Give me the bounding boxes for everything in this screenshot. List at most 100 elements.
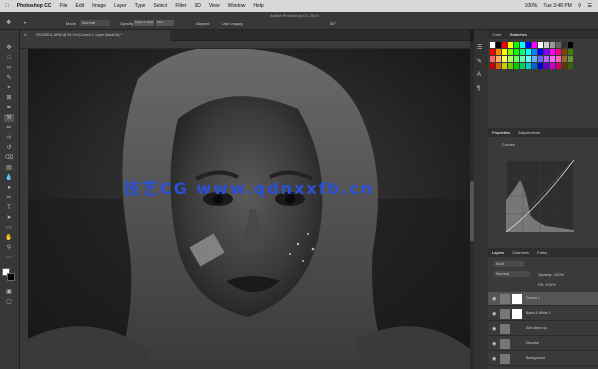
refresh-button[interactable]: Flow xyxy=(156,20,174,26)
angle-value[interactable]: 30° xyxy=(330,21,336,26)
erase-button[interactable]: Erase to History xyxy=(134,20,154,26)
menu-list-icon[interactable]: ☰ xyxy=(588,3,592,9)
menu-view[interactable]: View xyxy=(209,3,220,9)
swatch[interactable] xyxy=(496,49,501,55)
visibility-eye-icon[interactable]: ◉ xyxy=(492,296,496,302)
history-panel-icon[interactable]: ☰ xyxy=(477,44,482,51)
swatch[interactable] xyxy=(490,56,495,62)
tab-properties[interactable]: Properties xyxy=(488,130,514,135)
layer-mask-thumbnail[interactable] xyxy=(512,309,522,319)
layer-opacity[interactable]: Opacity: 100% xyxy=(538,272,564,277)
tab-paths[interactable]: Paths xyxy=(533,250,551,255)
apple-icon[interactable]:  xyxy=(5,3,9,9)
swatch[interactable] xyxy=(490,63,495,69)
curves-graph[interactable] xyxy=(506,160,574,232)
swatch[interactable] xyxy=(502,49,507,55)
close-icon[interactable]: ✕ xyxy=(24,30,27,41)
menu-select[interactable]: Select xyxy=(153,3,167,9)
swatch[interactable] xyxy=(502,56,507,62)
swatch[interactable] xyxy=(508,63,513,69)
layer-fill[interactable]: Fill: 100% xyxy=(538,282,556,287)
more-tools-icon[interactable]: ⋯ xyxy=(4,254,14,262)
blur-tool-icon[interactable]: 💧 xyxy=(4,174,14,182)
menu-filter[interactable]: Filter xyxy=(175,3,186,9)
swatch[interactable] xyxy=(556,42,561,48)
layer-row[interactable]: ◉ Black & White 1 xyxy=(488,307,598,321)
swatch[interactable] xyxy=(514,63,519,69)
blend-mode-select[interactable]: Normal xyxy=(494,271,530,277)
marquee-tool-icon[interactable]: □ xyxy=(4,54,14,62)
swatch[interactable] xyxy=(550,42,555,48)
background-color-swatch[interactable] xyxy=(7,273,15,281)
swatch[interactable] xyxy=(526,56,531,62)
healing-tool-icon[interactable]: ⚒ xyxy=(4,114,14,122)
clock[interactable]: Tue 3:48 PM xyxy=(543,3,571,9)
swatch[interactable] xyxy=(520,42,525,48)
layer-name[interactable]: Background xyxy=(526,356,545,360)
tab-swatches[interactable]: Swatches xyxy=(506,32,531,37)
swatch[interactable] xyxy=(562,42,567,48)
swatch[interactable] xyxy=(568,56,573,62)
visibility-eye-icon[interactable]: ◉ xyxy=(492,311,496,317)
swatch[interactable] xyxy=(502,63,507,69)
swatch[interactable] xyxy=(520,56,525,62)
document-tab[interactable]: ✕ DSC05011.ARW @ 54.1% (Curves 1, Layer … xyxy=(20,30,170,41)
swatch[interactable] xyxy=(526,49,531,55)
swatch[interactable] xyxy=(520,63,525,69)
hand-tool-icon[interactable]: ✋ xyxy=(4,234,14,242)
swatch[interactable] xyxy=(538,63,543,69)
menu-image[interactable]: Image xyxy=(92,3,106,9)
stamp-tool-icon[interactable]: ♾ xyxy=(4,134,14,142)
layer-row[interactable]: ◉ Skin clean up xyxy=(488,322,598,336)
visibility-eye-icon[interactable]: ◉ xyxy=(492,356,496,362)
swatch[interactable] xyxy=(562,56,567,62)
quick-mask-icon[interactable]: ▣ xyxy=(4,288,14,296)
menu-file[interactable]: File xyxy=(59,3,67,9)
history-brush-tool-icon[interactable]: ↺ xyxy=(4,144,14,152)
layer-row[interactable]: ◉ Curves 1 xyxy=(488,292,598,306)
swatch[interactable] xyxy=(508,49,513,55)
frame-tool-icon[interactable]: ⊠ xyxy=(4,94,14,102)
paragraph-panel-icon[interactable]: ¶ xyxy=(477,86,480,92)
tab-color[interactable]: Color xyxy=(488,32,506,37)
swatch[interactable] xyxy=(550,56,555,62)
menu-type[interactable]: Type xyxy=(135,3,146,9)
swatch[interactable] xyxy=(568,49,573,55)
dodge-tool-icon[interactable]: ● xyxy=(4,184,14,192)
legacy-checkbox[interactable]: Use Legacy xyxy=(222,21,243,26)
eyedropper-tool-icon[interactable]: ✒ xyxy=(4,104,14,112)
swatch[interactable] xyxy=(568,42,573,48)
visibility-eye-icon[interactable]: ◉ xyxy=(492,326,496,332)
clone-stamp-icon[interactable]: ❖ xyxy=(6,19,11,26)
shape-tool-icon[interactable]: ▭ xyxy=(4,224,14,232)
swatch[interactable] xyxy=(496,63,501,69)
swatch[interactable] xyxy=(538,56,543,62)
mode-select[interactable]: Normal xyxy=(80,20,110,26)
swatch[interactable] xyxy=(490,49,495,55)
crop-tool-icon[interactable]: ⌖ xyxy=(4,84,14,92)
swatch[interactable] xyxy=(490,42,495,48)
move-tool-icon[interactable]: ✥ xyxy=(4,44,14,52)
brush-tool-icon[interactable]: ✏ xyxy=(4,124,14,132)
swatch[interactable] xyxy=(508,56,513,62)
gradient-tool-icon[interactable]: ▤ xyxy=(4,164,14,172)
brush-size-chevron-icon[interactable]: ▾ xyxy=(24,20,26,25)
layer-name[interactable]: Dissolve xyxy=(526,341,539,345)
swatch[interactable] xyxy=(550,63,555,69)
visibility-eye-icon[interactable]: ◉ xyxy=(492,341,496,347)
swatch[interactable] xyxy=(508,42,513,48)
swatch[interactable] xyxy=(544,49,549,55)
screen-mode-icon[interactable]: ▢ xyxy=(4,298,14,306)
swatch[interactable] xyxy=(544,63,549,69)
swatch[interactable] xyxy=(556,49,561,55)
swatch[interactable] xyxy=(520,49,525,55)
swatch[interactable] xyxy=(532,56,537,62)
pen-tool-icon[interactable]: ✑ xyxy=(4,194,14,202)
aligned-checkbox[interactable]: Aligned xyxy=(196,21,209,26)
swatch[interactable] xyxy=(544,56,549,62)
swatch[interactable] xyxy=(496,56,501,62)
menu-window[interactable]: Window xyxy=(228,3,246,9)
swatch[interactable] xyxy=(544,42,549,48)
layer-kind-filter[interactable]: Kind xyxy=(494,261,524,267)
layer-row[interactable]: ◉ Background xyxy=(488,352,598,366)
